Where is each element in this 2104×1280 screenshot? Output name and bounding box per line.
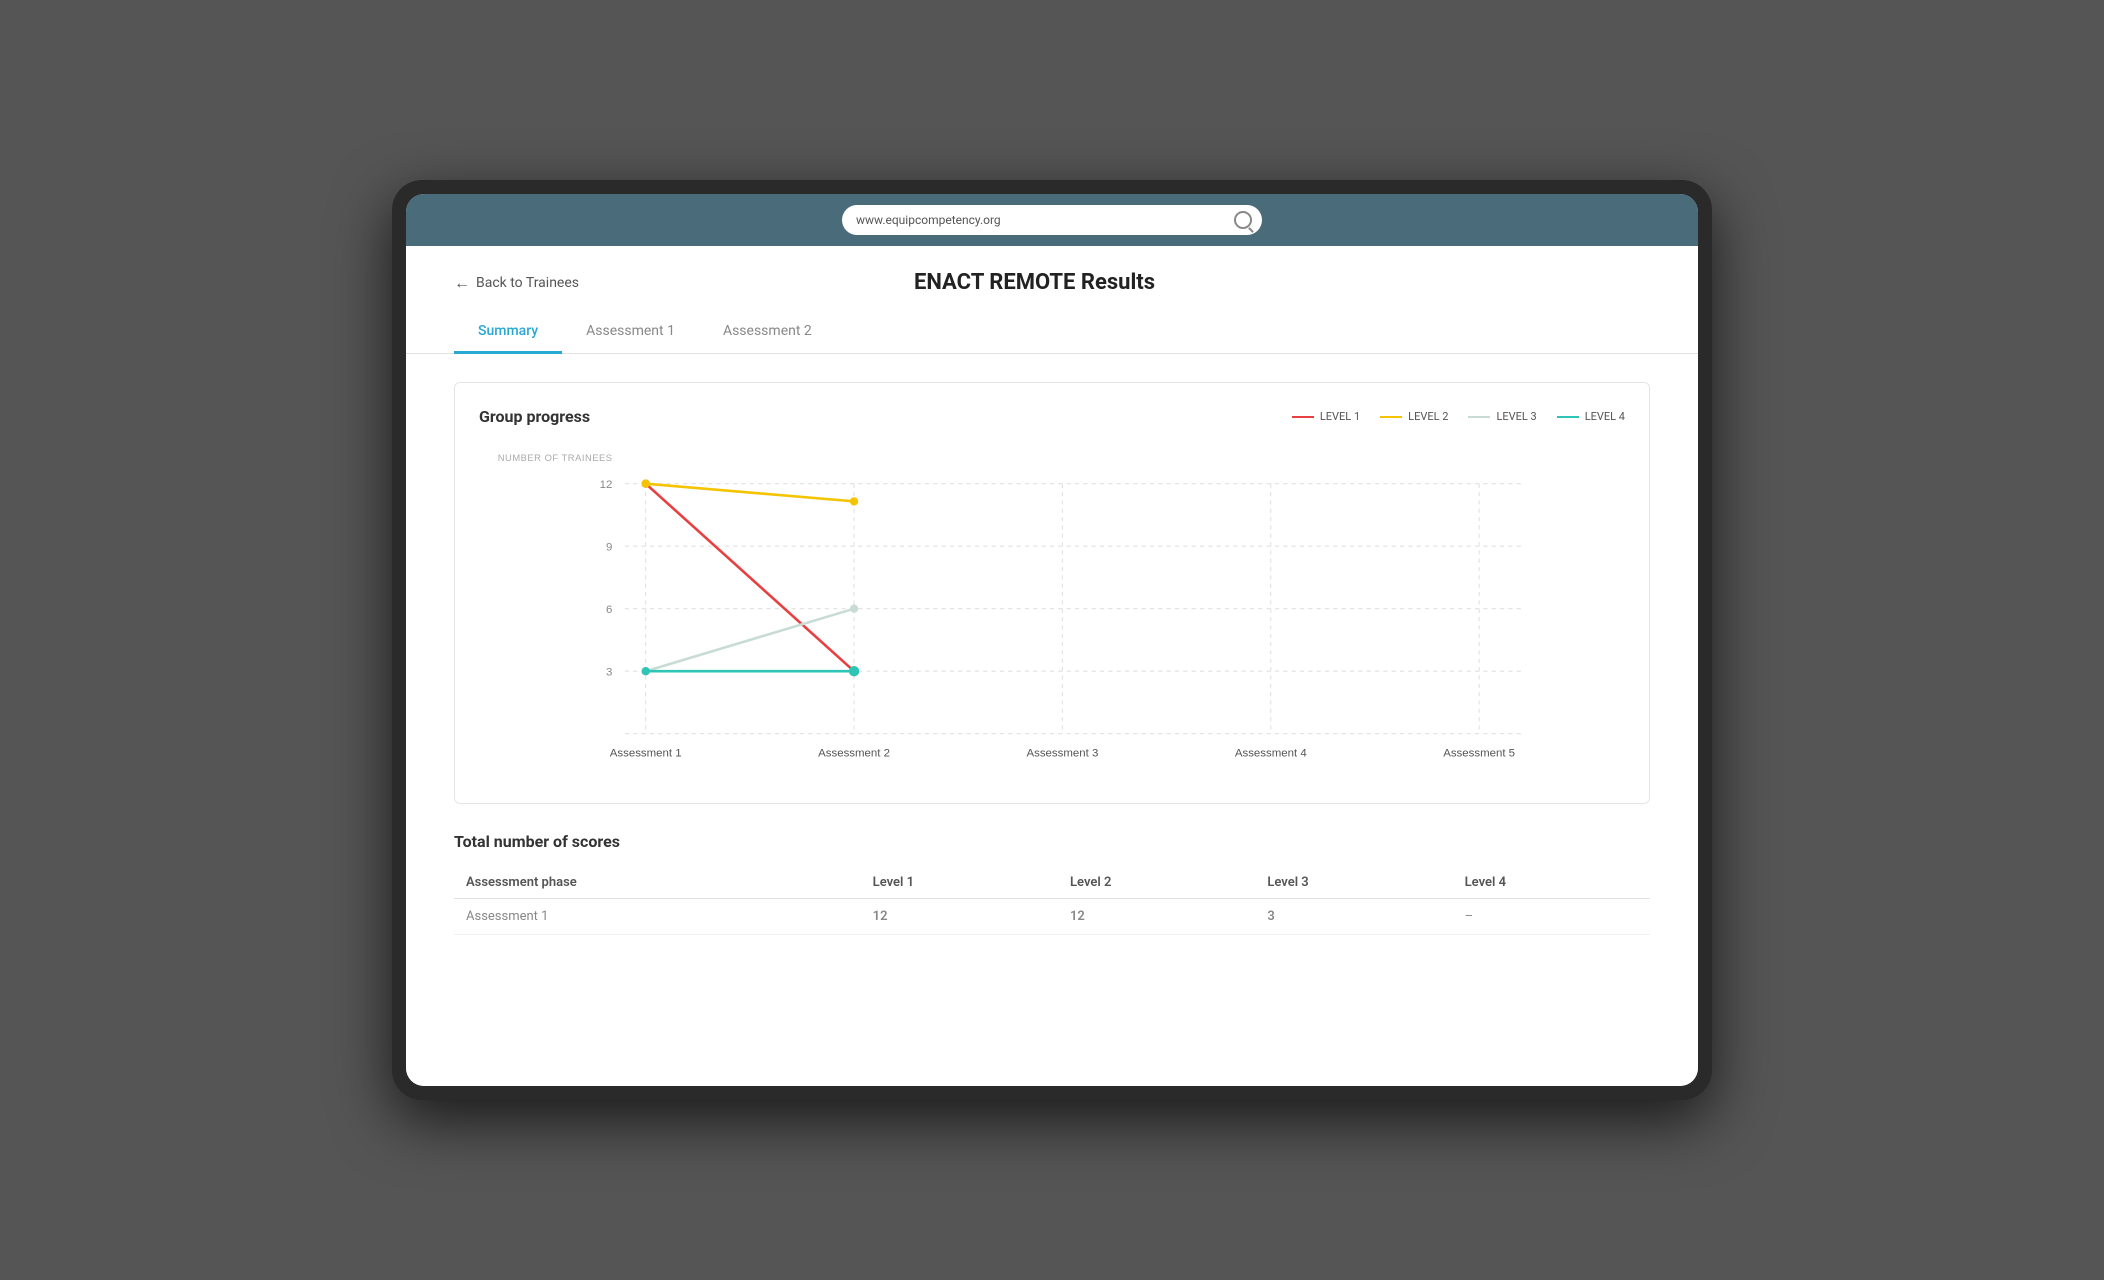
content-area: Group progress LEVEL 1 LEVEL 2 xyxy=(406,354,1698,963)
search-icon xyxy=(1234,211,1252,229)
legend-line-level1 xyxy=(1292,416,1314,418)
legend-label-level3: LEVEL 3 xyxy=(1496,410,1536,423)
chart-svg-container: NUMBER OF TRAINEES xyxy=(479,442,1625,779)
legend-line-level4 xyxy=(1557,416,1579,418)
svg-text:Assessment 5: Assessment 5 xyxy=(1443,748,1515,760)
chart-header: Group progress LEVEL 1 LEVEL 2 xyxy=(479,407,1625,426)
legend-line-level2 xyxy=(1380,416,1402,418)
svg-text:6: 6 xyxy=(606,604,612,616)
svg-text:9: 9 xyxy=(606,541,612,553)
row-level1: 12 xyxy=(861,899,1058,935)
browser-bar: www.equipcompetency.org xyxy=(406,194,1698,246)
legend-level3: LEVEL 3 xyxy=(1468,410,1536,423)
tab-assessment1[interactable]: Assessment 1 xyxy=(562,311,699,354)
svg-text:NUMBER OF TRAINEES: NUMBER OF TRAINEES xyxy=(498,453,613,463)
tab-summary[interactable]: Summary xyxy=(454,311,562,354)
legend-label-level1: LEVEL 1 xyxy=(1320,410,1360,423)
line-chart-svg: NUMBER OF TRAINEES xyxy=(479,442,1625,775)
col-header-level2: Level 2 xyxy=(1058,867,1255,899)
legend-label-level2: LEVEL 2 xyxy=(1408,410,1448,423)
url-bar[interactable]: www.equipcompetency.org xyxy=(842,205,1262,235)
col-header-level4: Level 4 xyxy=(1453,867,1650,899)
col-header-phase: Assessment phase xyxy=(454,867,861,899)
main-area: ← Back to Trainees ENACT REMOTE Results … xyxy=(406,246,1698,1086)
back-arrow-icon: ← xyxy=(454,273,470,293)
tab-assessment2[interactable]: Assessment 2 xyxy=(699,311,836,354)
group-progress-card: Group progress LEVEL 1 LEVEL 2 xyxy=(454,382,1650,804)
row-phase: Assessment 1 xyxy=(454,899,861,935)
svg-text:Assessment 3: Assessment 3 xyxy=(1026,748,1098,760)
page-title: ENACT REMOTE Results xyxy=(579,270,1490,295)
chart-title: Group progress xyxy=(479,407,590,426)
url-text: www.equipcompetency.org xyxy=(856,213,1001,227)
svg-text:Assessment 1: Assessment 1 xyxy=(610,748,682,760)
svg-text:Assessment 2: Assessment 2 xyxy=(818,748,890,760)
device-inner: www.equipcompetency.org ← Back to Traine… xyxy=(406,194,1698,1086)
col-header-level1: Level 1 xyxy=(861,867,1058,899)
legend-line-level3 xyxy=(1468,416,1490,418)
col-header-level3: Level 3 xyxy=(1255,867,1452,899)
legend-level4: LEVEL 4 xyxy=(1557,410,1625,423)
row-level2: 12 xyxy=(1058,899,1255,935)
back-to-trainees-link[interactable]: ← Back to Trainees xyxy=(454,273,579,293)
svg-text:Assessment 4: Assessment 4 xyxy=(1235,748,1307,760)
scores-title: Total number of scores xyxy=(454,832,1650,851)
scores-section: Total number of scores Assessment phase … xyxy=(454,832,1650,935)
table-row: Assessment 1 12 12 3 – xyxy=(454,899,1650,935)
chart-legend: LEVEL 1 LEVEL 2 LEVEL 3 xyxy=(1292,410,1625,423)
svg-text:12: 12 xyxy=(600,479,613,491)
tabs-container: Summary Assessment 1 Assessment 2 xyxy=(454,311,1650,353)
legend-level2: LEVEL 2 xyxy=(1380,410,1448,423)
legend-level1: LEVEL 1 xyxy=(1292,410,1360,423)
page-header: ← Back to Trainees ENACT REMOTE Results … xyxy=(406,246,1698,354)
device-frame: www.equipcompetency.org ← Back to Traine… xyxy=(392,180,1712,1100)
row-level3: 3 xyxy=(1255,899,1452,935)
top-nav: ← Back to Trainees ENACT REMOTE Results xyxy=(454,270,1650,295)
svg-text:3: 3 xyxy=(606,666,612,678)
row-level4: – xyxy=(1453,899,1650,935)
legend-label-level4: LEVEL 4 xyxy=(1585,410,1625,423)
scores-table: Assessment phase Level 1 Level 2 Level 3… xyxy=(454,867,1650,935)
back-label: Back to Trainees xyxy=(476,275,579,291)
